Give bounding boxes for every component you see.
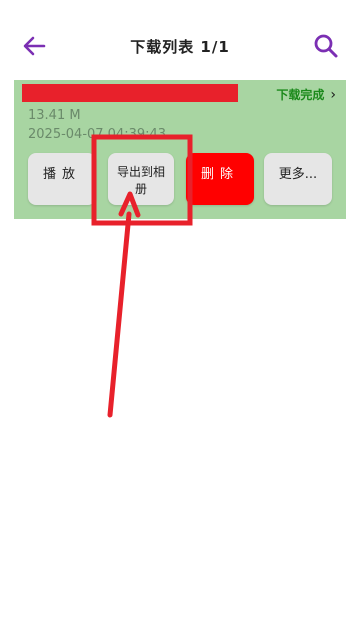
redacted-filename <box>22 84 238 102</box>
search-button[interactable] <box>310 30 342 62</box>
export-to-album-button[interactable]: 导出到相册 <box>108 153 174 205</box>
chevron-right-icon: › <box>330 86 336 103</box>
delete-button[interactable]: 删除 <box>186 153 254 205</box>
page-title: 下载列表 1/1 <box>130 38 230 56</box>
download-date: 2025-04-07 04:39:43 <box>28 127 167 142</box>
search-icon <box>314 34 338 58</box>
app-header: 下载列表 1/1 <box>0 0 360 92</box>
file-size: 13.41 M <box>28 108 81 123</box>
download-item-card: 下载完成 › 13.41 M 2025-04-07 04:39:43 播放 导出… <box>14 80 346 219</box>
more-button[interactable]: 更多... <box>264 153 332 205</box>
download-status-link[interactable]: 下载完成 › <box>276 86 336 103</box>
pointer-arrow-shaft <box>107 211 132 418</box>
download-status-label: 下载完成 <box>276 88 325 102</box>
play-button[interactable]: 播放 <box>28 153 96 205</box>
